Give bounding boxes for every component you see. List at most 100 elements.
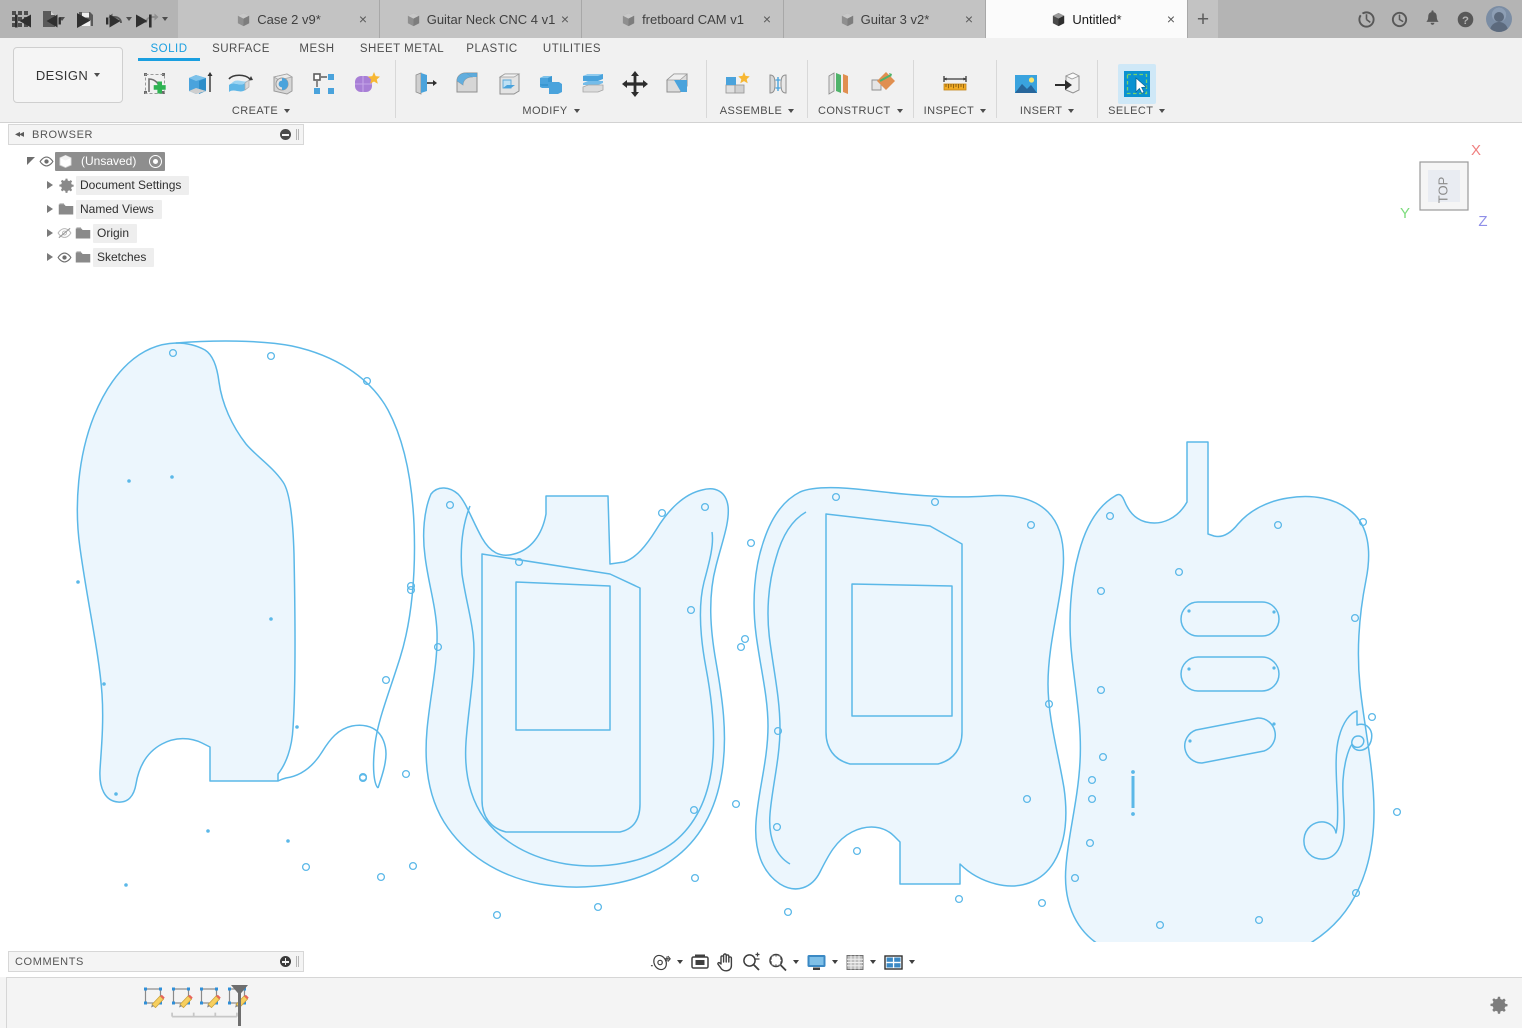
visibility-eye-hidden-icon[interactable] <box>56 227 73 239</box>
recent-clock-icon[interactable] <box>1384 0 1415 38</box>
fillet-icon[interactable] <box>448 64 486 104</box>
panel-resize-grip[interactable] <box>296 956 297 967</box>
offset-face-icon[interactable] <box>574 64 612 104</box>
press-pull-icon[interactable] <box>406 64 444 104</box>
workspace-switcher-button[interactable]: DESIGN <box>13 47 123 103</box>
pan-hand-icon[interactable] <box>714 949 737 975</box>
expand-arrow-icon[interactable] <box>44 203 56 215</box>
document-tab[interactable]: Case 2 v9* × <box>178 0 380 38</box>
panel-create-label-row[interactable]: CREATE <box>232 105 291 117</box>
new-tab-button[interactable]: + <box>1188 0 1218 38</box>
document-tab[interactable]: Guitar Neck CNC 4 v1 × <box>380 0 582 38</box>
comments-panel[interactable]: COMMENTS <box>8 951 304 972</box>
look-at-icon[interactable] <box>688 949 712 975</box>
close-icon[interactable]: × <box>763 12 771 26</box>
panel-select-label-row[interactable]: SELECT <box>1108 105 1166 117</box>
orbit-icon[interactable] <box>648 949 674 975</box>
panel-construct-label-row[interactable]: CONSTRUCT <box>818 105 903 117</box>
add-comment-icon[interactable] <box>280 956 291 967</box>
help-question-icon[interactable]: ? <box>1450 0 1481 38</box>
extrude-icon[interactable] <box>179 64 217 104</box>
split-face-icon[interactable] <box>658 64 696 104</box>
go-to-end-button[interactable] <box>134 13 153 34</box>
expand-arrow-icon[interactable] <box>44 227 56 239</box>
user-avatar[interactable] <box>1483 0 1514 38</box>
chevron-down-icon[interactable] <box>870 960 876 964</box>
pattern-icon[interactable] <box>305 64 343 104</box>
grid-snaps-icon[interactable] <box>843 949 867 975</box>
viewports-icon[interactable] <box>881 949 906 975</box>
avatar[interactable] <box>1485 6 1512 32</box>
canvas-image-icon[interactable] <box>1007 64 1045 104</box>
visibility-eye-icon[interactable] <box>56 252 73 263</box>
expand-arrow-icon[interactable] <box>24 154 38 168</box>
tree-node-named-views[interactable]: Named Views <box>8 199 304 219</box>
close-icon[interactable]: × <box>561 12 569 26</box>
create-sketch-icon[interactable] <box>137 64 175 104</box>
timeline-sketch-1[interactable] <box>143 986 165 1009</box>
pickguard-outline-left <box>76 342 296 803</box>
document-tab-label: Guitar Neck CNC 4 v1 <box>426 11 556 27</box>
chevron-down-icon[interactable] <box>909 960 915 964</box>
view-cube[interactable]: TOP X Y Z <box>1398 140 1490 232</box>
go-to-beginning-button[interactable] <box>14 13 33 34</box>
combine-icon[interactable] <box>532 64 570 104</box>
visibility-eye-icon[interactable] <box>38 156 55 167</box>
tree-node-sketches[interactable]: Sketches <box>8 247 304 267</box>
expand-arrow-icon[interactable] <box>44 251 56 263</box>
joint-icon[interactable] <box>759 64 797 104</box>
offset-plane-icon[interactable] <box>820 64 858 104</box>
chevron-down-icon[interactable] <box>832 960 838 964</box>
browser-title: BROWSER <box>32 128 94 141</box>
panel-insert-label-row[interactable]: INSERT <box>1020 105 1075 117</box>
new-component-icon[interactable] <box>717 64 755 104</box>
panel-inspect-label-row[interactable]: INSPECT <box>924 105 987 117</box>
move-copy-icon[interactable] <box>616 64 654 104</box>
timeline-sketch-2[interactable] <box>171 986 193 1009</box>
tab-surface-label: SURFACE <box>212 43 270 55</box>
plane-at-angle-icon[interactable] <box>862 64 900 104</box>
measure-icon[interactable] <box>936 64 974 104</box>
sweep-icon[interactable] <box>263 64 301 104</box>
expand-arrow-icon[interactable] <box>44 179 56 191</box>
document-tab-active[interactable]: Untitled* × <box>986 0 1188 38</box>
shell-icon[interactable] <box>490 64 528 104</box>
document-tab-label: Case 2 v9* <box>257 11 321 27</box>
close-icon[interactable]: × <box>965 12 973 26</box>
zoom-icon[interactable] <box>739 949 763 975</box>
panel-resize-grip[interactable] <box>296 129 297 140</box>
collapse-icon[interactable]: ◂◂ <box>15 129 24 140</box>
tree-node-unsaved[interactable]: (Unsaved) <box>8 151 304 171</box>
insert-derive-icon[interactable] <box>1049 64 1087 104</box>
minimize-icon[interactable] <box>280 129 291 140</box>
create-form-icon[interactable] <box>347 64 385 104</box>
component-icon <box>55 154 75 169</box>
activate-component-radio[interactable] <box>149 154 163 168</box>
tree-node-origin[interactable]: Origin <box>8 223 304 243</box>
folder-icon <box>73 250 93 264</box>
settings-gear-icon[interactable] <box>1490 996 1508 1019</box>
timeline-sketch-3[interactable] <box>199 986 221 1009</box>
document-tab[interactable]: Guitar 3 v2* × <box>784 0 986 38</box>
timeline-end-marker[interactable] <box>228 984 250 1028</box>
close-icon[interactable]: × <box>359 12 367 26</box>
display-settings-icon[interactable] <box>804 949 829 975</box>
guitar-body-outline-3 <box>753 486 1067 890</box>
sync-icon[interactable] <box>1351 0 1382 38</box>
cube-icon <box>841 12 853 26</box>
close-icon[interactable]: × <box>1167 12 1175 26</box>
step-forward-button[interactable] <box>104 13 123 34</box>
panel-assemble-label-row[interactable]: ASSEMBLE <box>720 105 795 117</box>
tree-node-label: Sketches <box>93 247 155 267</box>
zoom-window-icon[interactable] <box>765 949 790 975</box>
select-arrow-icon[interactable] <box>1117 64 1156 104</box>
chevron-down-icon[interactable] <box>677 960 683 964</box>
document-tab[interactable]: fretboard CAM v1 × <box>582 0 784 38</box>
step-back-button[interactable] <box>44 13 63 34</box>
chevron-down-icon[interactable] <box>793 960 799 964</box>
revolve-icon[interactable] <box>221 64 259 104</box>
panel-modify-label-row[interactable]: MODIFY <box>522 105 580 117</box>
play-button[interactable] <box>74 12 93 34</box>
notifications-bell-icon[interactable] <box>1417 0 1448 38</box>
tree-node-document-settings[interactable]: Document Settings <box>8 175 304 195</box>
